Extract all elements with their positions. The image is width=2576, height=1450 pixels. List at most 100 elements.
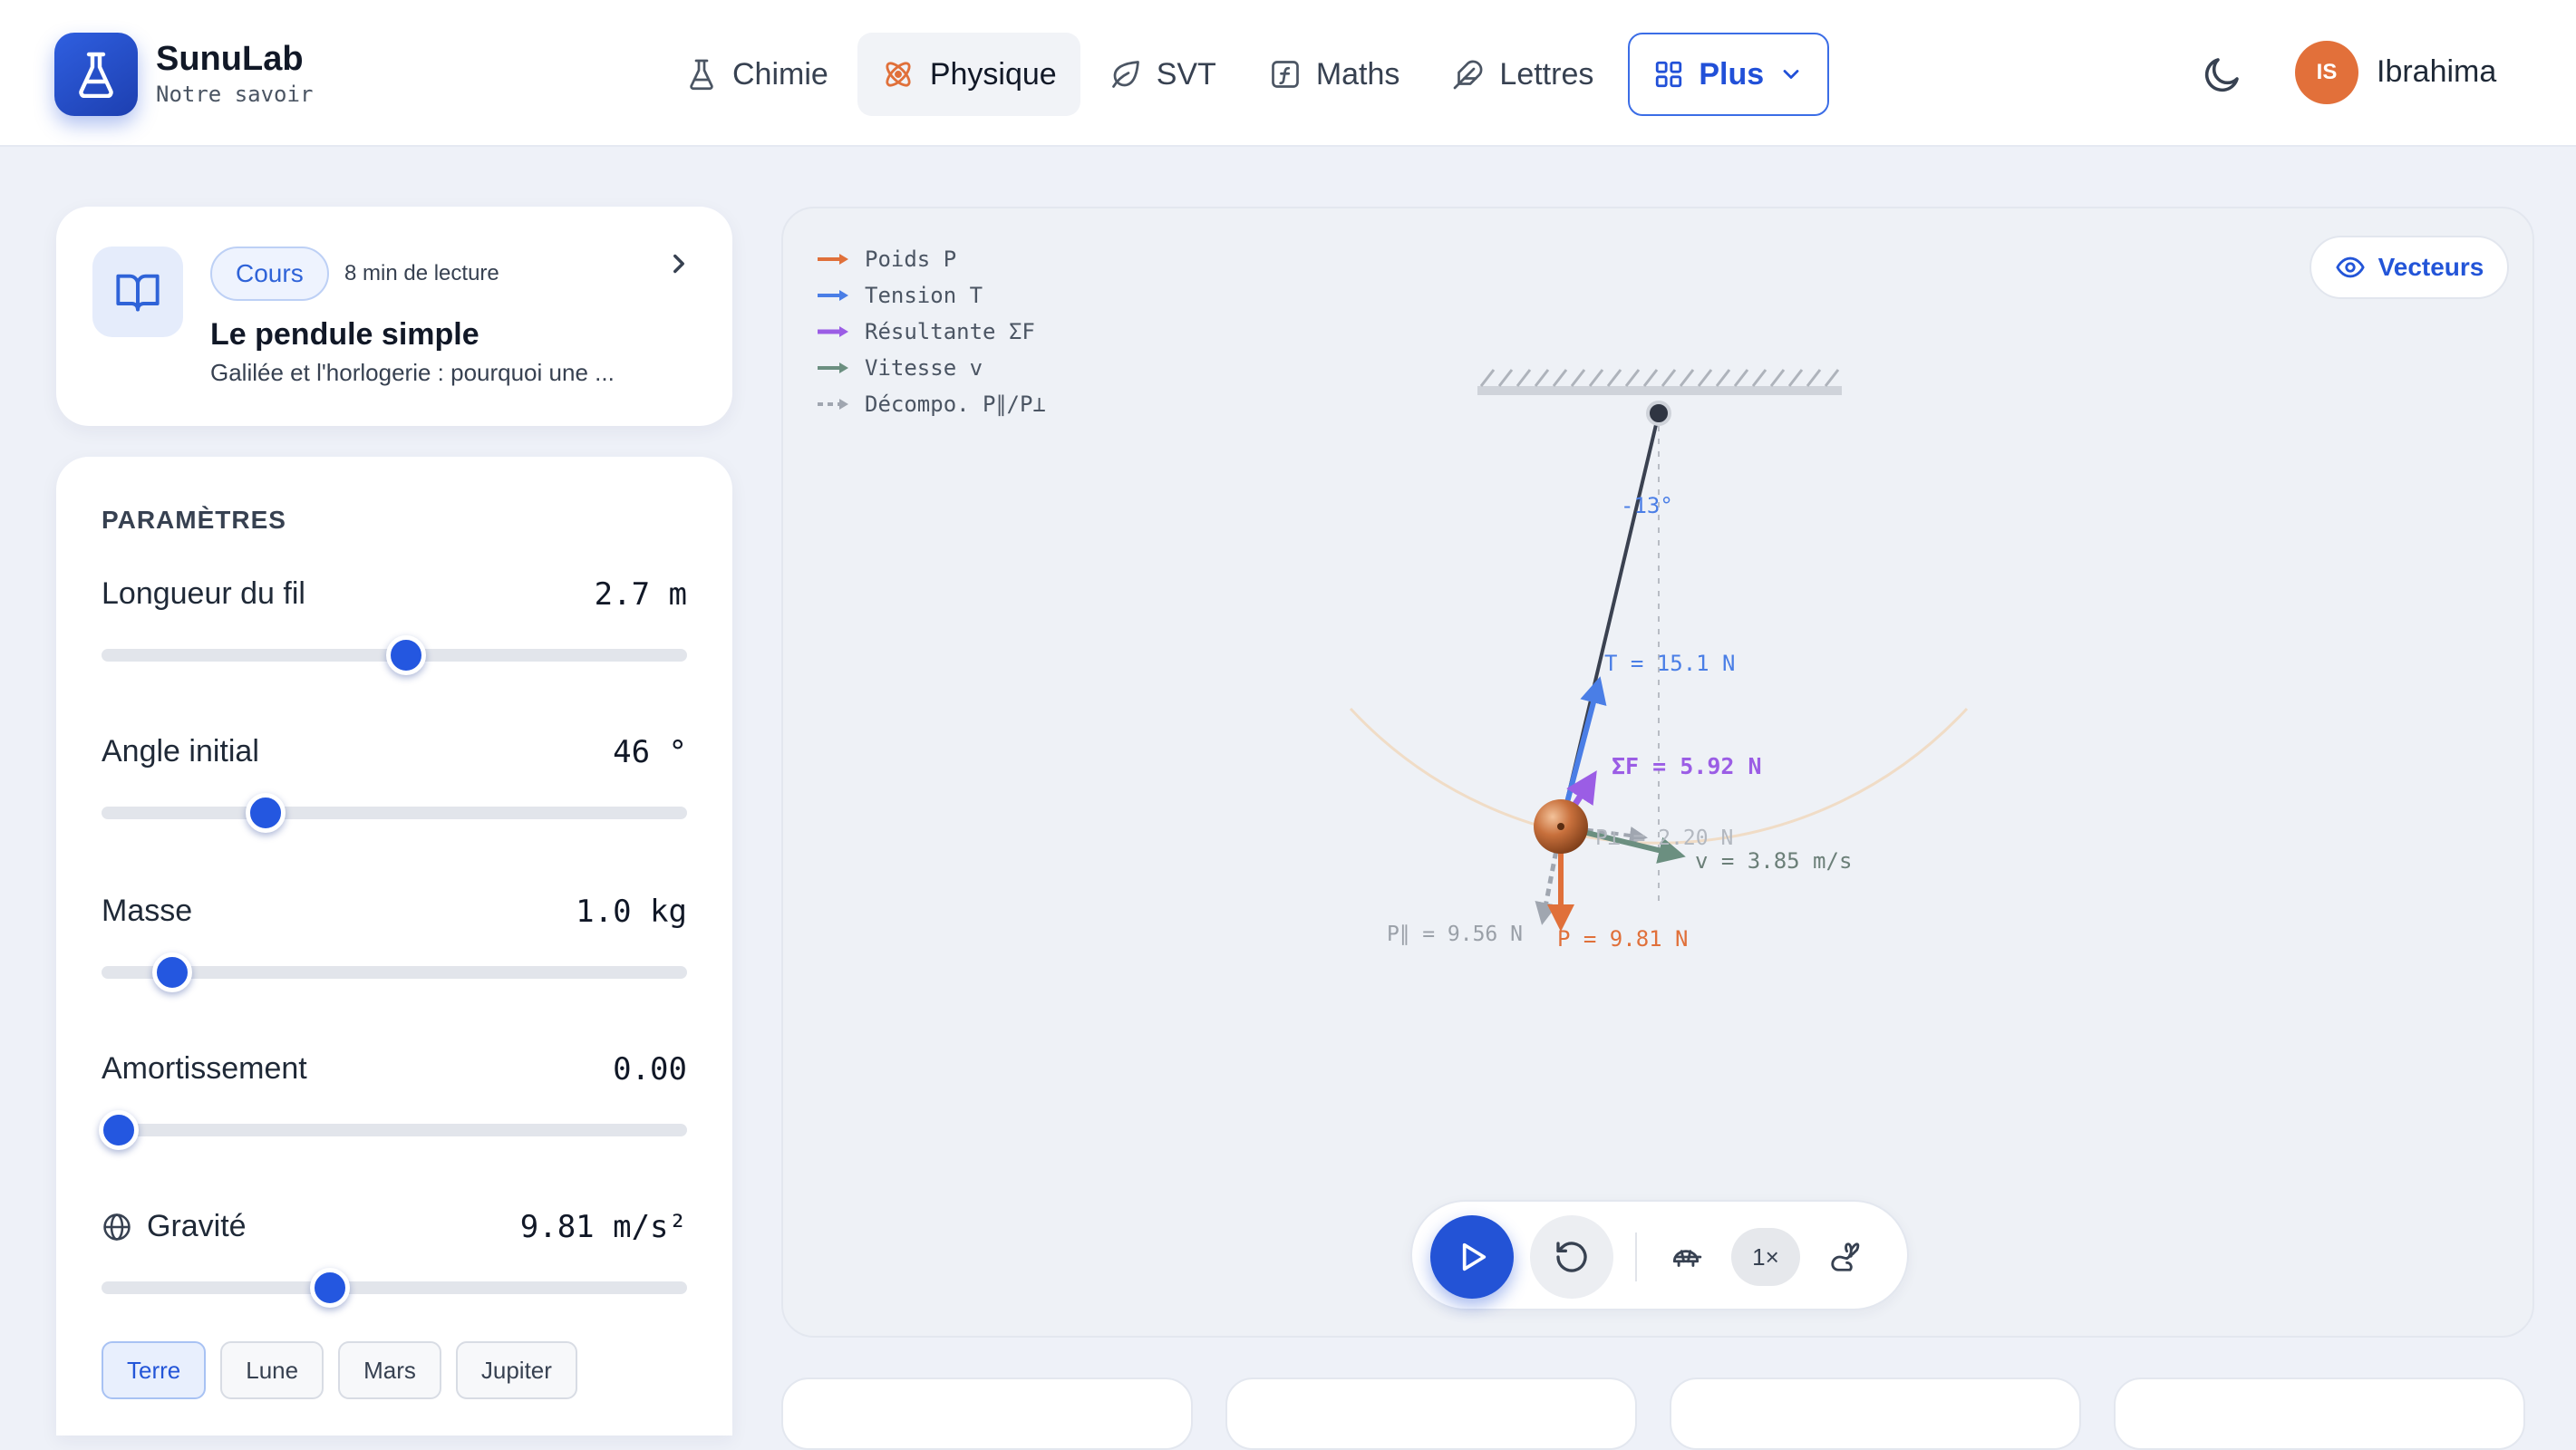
rabbit-icon: [1831, 1242, 1860, 1271]
flask-icon: [79, 52, 113, 98]
nav-label: Physique: [929, 56, 1057, 92]
damping-slider[interactable]: [99, 1110, 687, 1150]
chevron-right-icon[interactable]: [663, 248, 694, 279]
legend-item: Tension T: [816, 277, 1046, 314]
main-nav: Chimie Physique SVT Maths Lettres Plus: [662, 33, 1835, 116]
legend-item: Résultante ΣF: [816, 314, 1046, 350]
divider: [1635, 1232, 1637, 1281]
tension-label: T = 15.1 N: [1604, 651, 1736, 676]
param-label: Angle initial: [102, 734, 259, 768]
slider-thumb[interactable]: [245, 793, 286, 833]
legend-item: Décompo. P∥/P⊥: [816, 386, 1046, 422]
top-header: SunuLab Notre savoir Chimie Physique SVT: [0, 0, 2576, 147]
slider-thumb[interactable]: [385, 635, 426, 675]
slow-motion-button[interactable]: [1659, 1230, 1713, 1284]
feather-icon: [1454, 60, 1483, 90]
param-value: 46 °: [613, 734, 687, 770]
velocity-label: v = 3.85 m/s: [1695, 848, 1852, 874]
slider-thumb[interactable]: [99, 1110, 140, 1150]
lesson-title: Le pendule simple: [210, 317, 479, 352]
param-label: Longueur du fil: [102, 576, 305, 611]
nav-label: Lettres: [1499, 56, 1594, 92]
arrow-right-icon: [818, 290, 848, 301]
user-name[interactable]: Ibrahima: [2377, 54, 2496, 90]
mass-slider[interactable]: [102, 952, 687, 992]
resultant-label: ΣF = 5.92 N: [1612, 753, 1762, 779]
nav-label: Maths: [1315, 56, 1400, 92]
bob-center: [1557, 823, 1564, 830]
angle-slider[interactable]: [102, 793, 687, 833]
flask-icon: [690, 59, 713, 91]
reset-button[interactable]: [1530, 1215, 1613, 1299]
param-label: Amortissement: [102, 1051, 307, 1086]
parameters-title: PARAMÈTRES: [102, 506, 286, 534]
chevron-down-icon: [1783, 70, 1799, 79]
play-button[interactable]: [1430, 1215, 1514, 1299]
nav-item-maths[interactable]: Maths: [1245, 33, 1424, 116]
param-value: 0.00: [613, 1051, 687, 1088]
avatar[interactable]: IS: [2295, 41, 2358, 104]
leaf-icon: [1111, 61, 1139, 88]
dashed-arrow-icon: [818, 399, 848, 410]
param-label: Masse: [102, 894, 193, 928]
logo[interactable]: [54, 33, 138, 116]
preset-terre[interactable]: Terre: [102, 1341, 207, 1399]
gravity-slider[interactable]: [102, 1268, 687, 1308]
rotate-ccw-icon: [1556, 1242, 1587, 1272]
cours-badge: Cours: [210, 246, 329, 301]
nav-item-chimie[interactable]: Chimie: [662, 33, 852, 116]
arrow-right-icon: [818, 362, 848, 373]
legend-item: Vitesse v: [816, 350, 1046, 386]
parameters-panel: PARAMÈTRES Longueur du fil 2.7 m Angle i…: [56, 457, 732, 1436]
param-value: 1.0 kg: [576, 894, 687, 930]
nav-label: Chimie: [732, 56, 828, 92]
brand-tagline: Notre savoir: [156, 82, 314, 107]
perp-label: P⊥ = 2.20 N: [1595, 826, 1733, 850]
playback-controls: 1×: [1410, 1200, 1909, 1310]
nav-more-dropdown[interactable]: Plus: [1628, 33, 1830, 116]
preset-mars[interactable]: Mars: [338, 1341, 441, 1399]
eye-icon: [2336, 256, 2365, 278]
weight-label: P = 9.81 N: [1557, 926, 1689, 952]
arrow-right-icon: [818, 254, 848, 265]
param-label: Gravité: [102, 1209, 247, 1244]
preset-jupiter[interactable]: Jupiter: [455, 1341, 577, 1399]
pendulum-scene[interactable]: -13° T = 15.1 N ΣF = 5.92 N P⊥ = 2.20 N …: [783, 208, 2536, 1339]
vector-legend: Poids P Tension T Résultante ΣF Vitesse …: [816, 241, 1046, 422]
arrow-right-icon: [818, 326, 848, 337]
info-card[interactable]: [2114, 1378, 2525, 1450]
book-open-icon: [116, 274, 160, 312]
read-time: 8 min de lecture: [344, 261, 499, 285]
length-slider[interactable]: [102, 635, 687, 675]
atom-icon: [886, 62, 911, 87]
nav-item-lettres[interactable]: Lettres: [1428, 33, 1617, 116]
simulation-panel: -13° T = 15.1 N ΣF = 5.92 N P⊥ = 2.20 N …: [781, 207, 2534, 1338]
pivot: [1646, 401, 1671, 426]
info-card[interactable]: [781, 1378, 1193, 1450]
gravity-presets: Terre Lune Mars Jupiter: [102, 1341, 577, 1399]
info-card[interactable]: [1670, 1378, 2081, 1450]
legend-item: Poids P: [816, 241, 1046, 277]
slider-thumb[interactable]: [151, 952, 192, 992]
moon-icon[interactable]: [2201, 53, 2244, 96]
fast-forward-button[interactable]: [1818, 1230, 1873, 1284]
grid-icon: [1656, 61, 1682, 88]
info-card[interactable]: [1225, 1378, 1637, 1450]
play-icon: [1462, 1242, 1487, 1271]
lesson-card[interactable]: Cours 8 min de lecture Le pendule simple…: [56, 207, 732, 426]
preset-lune[interactable]: Lune: [220, 1341, 324, 1399]
lesson-subtitle: Galilée et l'horlogerie : pourquoi une .…: [210, 359, 615, 386]
turtle-icon: [1672, 1250, 1702, 1267]
nav-more-label: Plus: [1699, 56, 1765, 92]
speed-selector[interactable]: 1×: [1731, 1228, 1800, 1286]
nav-item-svt[interactable]: SVT: [1086, 33, 1240, 116]
book-icon-box: [92, 246, 183, 337]
nav-item-physique[interactable]: Physique: [857, 33, 1080, 116]
parallel-label: P∥ = 9.56 N: [1387, 923, 1523, 946]
ceiling: [1477, 369, 1842, 395]
globe-icon: [103, 1213, 131, 1241]
brand-name[interactable]: SunuLab: [156, 40, 304, 79]
param-value: 2.7 m: [594, 576, 687, 613]
vectors-toggle-button[interactable]: Vecteurs: [2310, 236, 2509, 299]
slider-thumb[interactable]: [309, 1268, 350, 1308]
